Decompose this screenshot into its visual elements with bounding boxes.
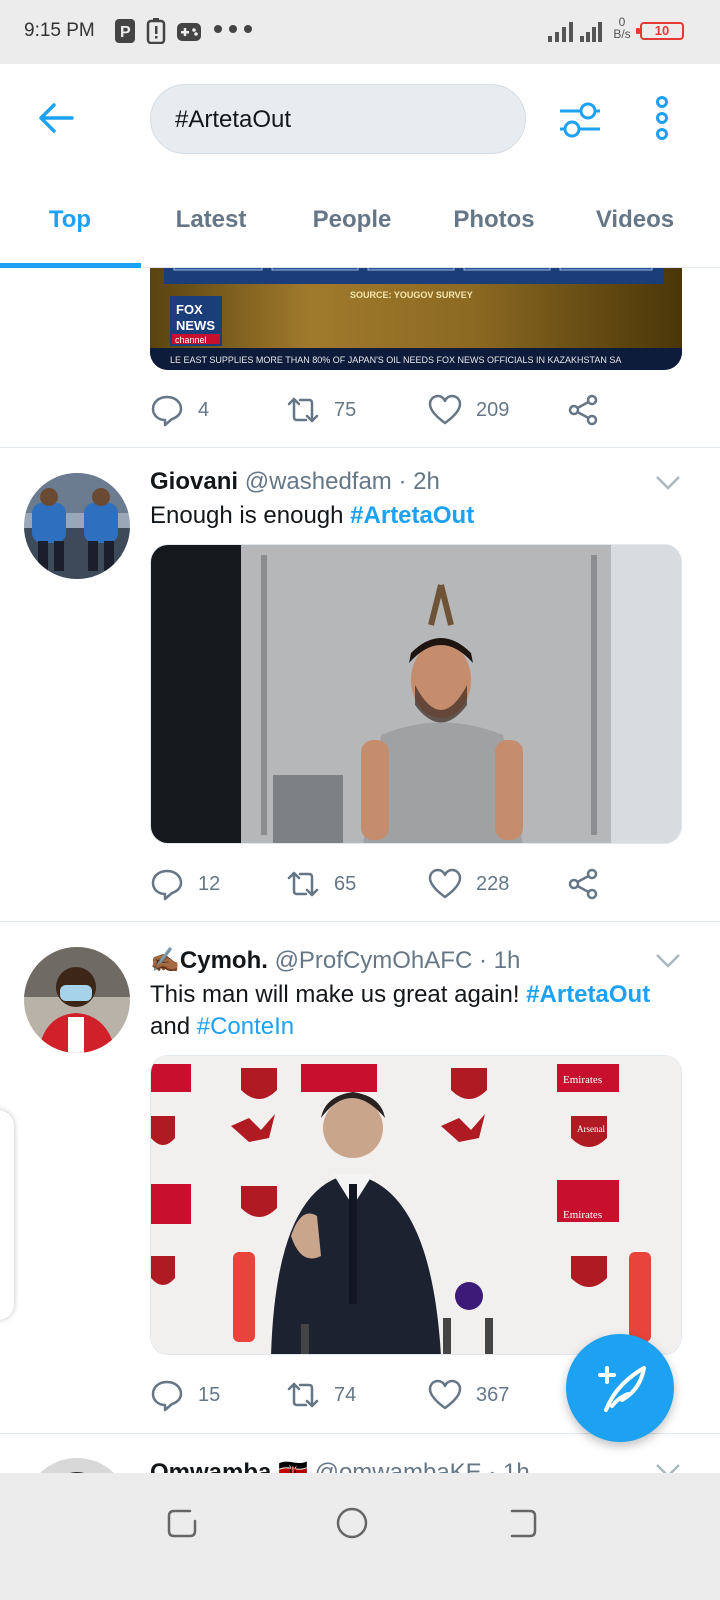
status-time: 9:15 PM — [24, 20, 95, 41]
share-icon — [568, 868, 598, 900]
tweet-divider — [0, 447, 720, 448]
tweet-text: This man will make us great again! #Arte… — [150, 981, 651, 1040]
reply-icon — [151, 395, 183, 427]
avatar[interactable] — [24, 1458, 130, 1473]
media-logo-line3: channel — [175, 335, 207, 345]
search-query: #ArtetaOut — [175, 106, 292, 133]
retweet-button[interactable]: 75 — [286, 390, 356, 430]
avatar-image — [24, 473, 130, 579]
avatar[interactable] — [24, 947, 130, 1053]
tweet-time: · 2h — [398, 468, 440, 495]
like-button[interactable]: 209 — [428, 390, 509, 430]
tab-top[interactable]: Top — [0, 206, 140, 234]
tweet-header: Omwamba 🇰🇪 @omwambaKE · 1h — [150, 1458, 530, 1473]
share-button[interactable] — [566, 864, 600, 904]
retweet-button[interactable]: 74 — [286, 1375, 356, 1415]
author-name[interactable]: ✍🏾Cymoh. — [150, 947, 268, 974]
media-brand-text: Emirates — [563, 1074, 602, 1086]
reply-button[interactable]: 15 — [150, 1375, 220, 1415]
author-handle[interactable]: @ProfCymOhAFC — [275, 947, 473, 974]
status-bar: 9:15 PM P 0 B/s 10 — [0, 0, 720, 64]
media-ticker: LE EAST SUPPLIES MORE THAN 80% OF JAPAN'… — [170, 355, 621, 365]
media-source-text: SOURCE: YOUGOV SURVEY — [350, 290, 473, 300]
media-club-text: Arsenal — [577, 1124, 605, 1134]
back-nav-icon[interactable] — [504, 1505, 540, 1541]
author-handle[interactable]: @washedfam — [245, 468, 392, 495]
chevron-down-icon[interactable] — [654, 952, 682, 970]
recent-apps-icon[interactable] — [164, 1505, 200, 1541]
tab-photos[interactable]: Photos — [424, 206, 564, 234]
svg-text:P: P — [120, 24, 131, 41]
retweet-icon — [287, 1382, 319, 1408]
edge-panel-handle[interactable] — [0, 1110, 14, 1320]
search-filter-icon[interactable] — [558, 100, 602, 140]
press-conference-photo: Emirates Emirates Arsenal — [151, 1056, 681, 1354]
back-arrow-icon[interactable] — [36, 100, 76, 136]
like-button[interactable]: 228 — [428, 864, 509, 904]
network-speed: 0 B/s — [613, 15, 631, 41]
home-icon[interactable] — [334, 1505, 370, 1541]
tweet-header: Giovani @washedfam · 2h — [150, 468, 440, 496]
avatar[interactable] — [24, 473, 130, 579]
parking-app-icon: P — [115, 19, 135, 43]
tweet-text: Enough is enough #ArtetaOut — [150, 502, 475, 529]
media-brand-text: Emirates — [563, 1209, 602, 1221]
overflow-menu-icon[interactable] — [650, 96, 674, 140]
chevron-down-icon[interactable] — [654, 1462, 682, 1473]
author-name[interactable]: Omwamba 🇰🇪 — [150, 1459, 308, 1473]
more-notifications-icon — [214, 25, 252, 33]
tab-people[interactable]: People — [282, 206, 422, 234]
heart-icon — [428, 1379, 462, 1410]
meme-photo — [151, 545, 681, 843]
hashtag-link[interactable]: #ConteIn — [197, 1013, 294, 1040]
battery-alert-icon — [146, 18, 166, 44]
tweet-media-image[interactable] — [150, 544, 682, 844]
avatar-image — [24, 1458, 130, 1473]
hashtag-link[interactable]: #ArtetaOut — [526, 981, 650, 1008]
retweet-button[interactable]: 65 — [286, 864, 356, 904]
tweet-time: · 1h — [488, 1459, 530, 1473]
author-name[interactable]: Giovani — [150, 468, 238, 495]
battery-level: 10 — [636, 22, 684, 40]
search-input[interactable]: #ArtetaOut — [150, 84, 526, 154]
retweet-icon — [287, 871, 319, 897]
media-logo-line1: FOX — [176, 302, 203, 317]
heart-icon — [428, 394, 462, 425]
reply-button[interactable]: 12 — [150, 864, 220, 904]
chevron-down-icon[interactable] — [654, 474, 682, 492]
system-navigation-bar — [0, 1473, 720, 1600]
tweet-actions: 15 74 367 — [150, 1375, 610, 1415]
media-logo-line2: NEWS — [176, 318, 215, 333]
tweet-media-fox-news[interactable]: SOURCE: YOUGOV SURVEY FOX NEWS channel L… — [150, 268, 682, 370]
avatar-image — [24, 947, 130, 1053]
hashtag-link[interactable]: #ArtetaOut — [350, 502, 474, 529]
tweet-time: · 1h — [478, 947, 521, 974]
search-header: #ArtetaOut — [0, 64, 720, 174]
compose-tweet-button[interactable] — [566, 1334, 674, 1442]
tweet-actions: 4 75 209 — [150, 390, 610, 430]
share-icon — [568, 394, 598, 426]
search-results-feed[interactable]: SOURCE: YOUGOV SURVEY FOX NEWS channel L… — [0, 268, 720, 1473]
tweet-actions: 12 65 228 — [150, 864, 610, 904]
reply-icon — [151, 1380, 183, 1412]
author-handle[interactable]: @omwambaKE — [315, 1459, 482, 1473]
heart-icon — [428, 868, 462, 899]
fox-news-graphic: SOURCE: YOUGOV SURVEY FOX NEWS channel L… — [150, 268, 682, 370]
like-button[interactable]: 367 — [428, 1375, 509, 1415]
game-controller-icon — [177, 23, 201, 41]
tab-videos[interactable]: Videos — [565, 206, 705, 234]
share-button[interactable] — [566, 390, 600, 430]
reply-button[interactable]: 4 — [150, 390, 209, 430]
tweet-divider — [0, 921, 720, 922]
compose-feather-icon — [598, 1366, 646, 1412]
reply-icon — [151, 869, 183, 901]
search-tabs: Top Latest People Photos Videos — [0, 174, 720, 268]
tab-latest[interactable]: Latest — [141, 206, 281, 234]
signal-strength-icon — [548, 22, 602, 42]
retweet-icon — [287, 397, 319, 423]
tweet-media-image[interactable]: Emirates Emirates Arsenal — [150, 1055, 682, 1355]
tweet-header: ✍🏾Cymoh. @ProfCymOhAFC · 1h — [150, 946, 520, 975]
